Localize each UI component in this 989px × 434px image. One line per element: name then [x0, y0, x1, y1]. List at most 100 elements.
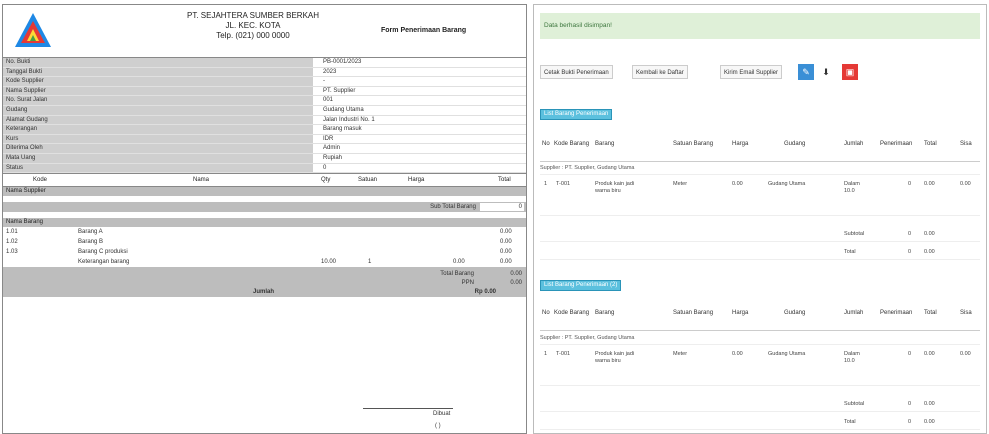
info-row: Diterima Oleh Admin	[3, 144, 526, 154]
subtotal-label: Subtotal	[844, 401, 865, 407]
subtotal-qty: 0	[908, 401, 912, 407]
company-phone: Telp. (021) 000 0000	[216, 31, 290, 40]
th-penerimaan: Penerimaan	[880, 141, 913, 147]
cell-barang[interactable]: Produk kain jadi warna biru	[595, 181, 645, 195]
detail-harga: 0.00	[453, 259, 465, 266]
info-row: Kurs IDR	[3, 134, 526, 145]
document-title: Form Penerimaan Barang	[381, 27, 467, 34]
back-to-list-button[interactable]: Kembali ke Daftar	[632, 65, 688, 79]
table-b-subtotal: Subtotal 0 0.00	[540, 397, 980, 412]
table-row: 1 T-001 Produk kain jadi warna biru Mete…	[540, 347, 980, 386]
subtotal-label: Sub Total Barang	[430, 204, 476, 211]
cell-satuan: Meter	[673, 351, 688, 357]
info-label: Kurs	[3, 134, 313, 144]
grand-total-value: Rp 0.00	[474, 289, 496, 296]
detail-kode: 1.01	[6, 229, 18, 236]
table-a-header: No Kode Barang Barang Satuan Barang Harg…	[540, 133, 980, 162]
info-label: Mata Uang	[3, 153, 313, 163]
signature-title: Dibuat	[433, 411, 451, 417]
edit-icon[interactable]: ✎	[798, 64, 814, 80]
info-value: Jalan Industri No. 1	[323, 116, 375, 123]
info-value: 2023	[323, 68, 337, 75]
th-satuan: Satuan Barang	[673, 141, 714, 147]
cell-no: 1	[544, 351, 548, 357]
cell-jumlah: Dalam 10.0	[844, 351, 860, 364]
cell-gudang: Gudang Utama	[768, 351, 806, 357]
th-harga: Harga	[732, 141, 749, 147]
cell-no: 1	[544, 181, 548, 187]
email-supplier-button[interactable]: Kirim Email Supplier	[720, 65, 783, 79]
total-total: 0.00	[924, 249, 935, 255]
pdf-icon[interactable]: ▣	[842, 64, 858, 80]
grand-total-label: Jumlah	[253, 289, 275, 296]
section-barang: Nama Barang	[3, 218, 526, 228]
table-a-total: Total 0 0.00	[540, 245, 980, 260]
cell-gudang: Gudang Utama	[768, 181, 806, 187]
company-info: PT. SEJAHTERA SUMBER BERKAH JL. KEC. KOT…	[153, 11, 353, 41]
info-row: Gudang Gudang Utama	[3, 105, 526, 116]
info-value: -	[323, 78, 325, 85]
detail-kode: 1.02	[6, 239, 18, 246]
detail-row: Keterangan barang 10.00 1 0.00 0.00	[3, 257, 526, 267]
th-satuan: Satuan Barang	[673, 310, 714, 316]
section-b-tag: List Barang Penerimaan (2)	[540, 280, 622, 291]
receipt-info-table: No. Bukti PB-0001/2023 Tanggal Bukti 2023 …	[3, 58, 526, 174]
subtotal-qty: 0	[908, 231, 912, 237]
company-name: PT. SEJAHTERA SUMBER BERKAH	[186, 11, 320, 20]
success-alert: Data berhasil disimpan!	[540, 13, 980, 39]
total-label: Total	[844, 249, 856, 255]
receipt-detail-page: Data berhasil disimpan! Cetak Bukti Pene…	[533, 4, 987, 434]
cell-harga: 0.00	[732, 181, 743, 187]
ppn-label: PPN	[461, 280, 474, 287]
info-row: Status 0	[3, 163, 526, 174]
col-nama: Nama	[193, 177, 210, 184]
detail-nama: Barang A	[78, 229, 103, 236]
col-total: Total	[498, 177, 511, 184]
th-jumlah: Jumlah	[844, 141, 864, 147]
cell-harga: 0.00	[732, 351, 743, 357]
info-label: Nama Supplier	[3, 86, 313, 96]
total-barang-label: Total Barang	[440, 271, 474, 278]
receipt-header: PT. SEJAHTERA SUMBER BERKAH JL. KEC. KOT…	[3, 5, 526, 58]
subtotal-row: Sub Total Barang 0	[3, 202, 526, 213]
download-icon[interactable]: ⬇	[818, 64, 834, 80]
th-total: Total	[924, 141, 937, 147]
total-total: 0.00	[924, 419, 935, 425]
th-penerimaan: Penerimaan	[880, 310, 913, 316]
info-value: Rupiah	[323, 154, 343, 161]
info-row: Kode Supplier -	[3, 77, 526, 87]
cell-sisa: 0.00	[960, 351, 971, 357]
detail-total: 0.00	[500, 229, 512, 236]
cell-sisa: 0.00	[960, 181, 971, 187]
th-harga: Harga	[732, 310, 749, 316]
cell-barang[interactable]: Produk kain jadi warna biru	[595, 351, 645, 365]
subtotal-total: 0.00	[924, 401, 935, 407]
subtotal-total: 0.00	[924, 231, 935, 237]
section-supplier: Nama Supplier	[3, 187, 526, 197]
cell-total: 0.00	[924, 351, 935, 357]
print-receipt-button[interactable]: Cetak Bukti Penerimaan	[540, 65, 613, 79]
th-gudang: Gudang	[784, 141, 806, 147]
table-b-total: Total 0 0.00	[540, 415, 980, 430]
info-value: 001	[323, 97, 334, 104]
detail-nama: Keterangan barang	[78, 259, 130, 266]
info-label: Alamat Gudang	[3, 115, 313, 125]
section-a-tag: List Barang Penerimaan	[540, 109, 613, 120]
info-label: Gudang	[3, 105, 313, 115]
info-label: Keterangan	[3, 125, 313, 134]
info-value: PT. Supplier	[323, 87, 356, 94]
info-label: Status	[3, 163, 313, 173]
info-value: IDR	[323, 135, 334, 142]
total-qty: 0	[908, 249, 912, 255]
cell-satuan: Meter	[673, 181, 688, 187]
info-row: Mata Uang Rupiah	[3, 153, 526, 164]
total-barang-value: 0.00	[510, 271, 522, 278]
totals-block: Total Barang 0.00 PPN 0.00 Jumlah Rp 0.0…	[3, 267, 526, 298]
info-label: No. Bukti	[3, 58, 313, 67]
cell-penerimaan: 0	[908, 351, 912, 357]
th-sisa: Sisa	[960, 141, 972, 147]
th-gudang: Gudang	[784, 310, 806, 316]
table-b-header: No Kode Barang Barang Satuan Barang Harg…	[540, 302, 980, 331]
items-table-header: Kode Nama Qty Satuan Harga Total	[3, 173, 526, 188]
info-label: Diterima Oleh	[3, 144, 313, 153]
